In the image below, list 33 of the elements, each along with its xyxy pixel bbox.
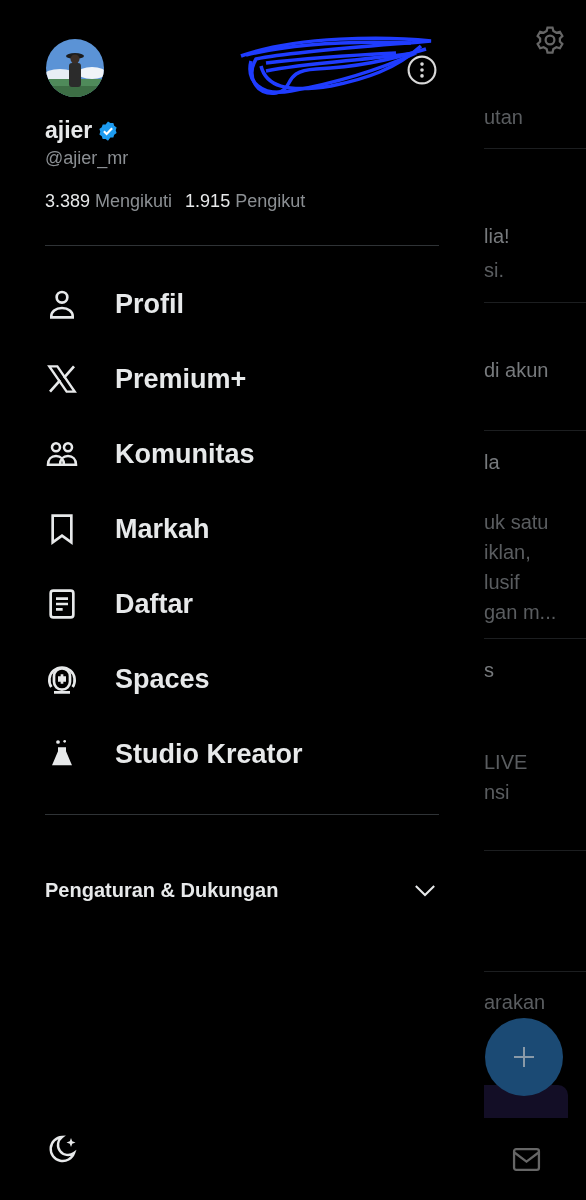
menu-item[interactable]: Daftar <box>115 588 194 620</box>
user-handle: @ajier_mr <box>45 148 130 169</box>
dimmed-text: di akun <box>484 358 550 383</box>
dimmed-text: la <box>484 450 501 475</box>
plus-icon <box>512 1045 536 1069</box>
dimmed-text: utan <box>484 105 524 130</box>
dimmed-text: lia! <box>484 224 511 249</box>
user-name: ajier <box>45 117 93 144</box>
dimmed-text: iklan, <box>484 540 532 565</box>
dimmed-text: si. <box>484 258 505 283</box>
settings-support-heading[interactable]: Pengaturan & Dukungan <box>45 879 279 902</box>
chevron-icon[interactable] <box>414 884 436 897</box>
dimmed-text: nsi <box>484 780 511 805</box>
menu-item[interactable]: Markah <box>115 513 210 545</box>
menu-item[interactable]: Studio Kreator <box>115 738 303 770</box>
list-icon[interactable] <box>46 588 78 620</box>
settings-icon <box>535 25 565 55</box>
microphone-icon[interactable] <box>46 663 78 695</box>
mail-icon <box>512 1147 541 1172</box>
x-logo-icon[interactable] <box>46 363 78 395</box>
menu-item[interactable]: Spaces <box>115 663 210 695</box>
menu-item[interactable]: Premium+ <box>115 363 247 395</box>
menu-item[interactable]: Profil <box>115 288 184 320</box>
dimmed-text: LIVE <box>484 750 529 775</box>
dimmed-text: arakan <box>484 990 547 1015</box>
more-options-icon[interactable] <box>407 55 437 85</box>
followers-link[interactable]: 1.915 Pengikut <box>185 191 306 212</box>
dimmed-text: s <box>484 658 495 683</box>
following-link[interactable]: 3.389 Mengikuti <box>45 191 173 212</box>
menu-item[interactable]: Komunitas <box>115 438 255 470</box>
dimmed-text: lusif <box>484 570 521 595</box>
dimmed-text: uk satu <box>484 510 550 535</box>
dimmed-text: gan m... <box>484 600 558 625</box>
